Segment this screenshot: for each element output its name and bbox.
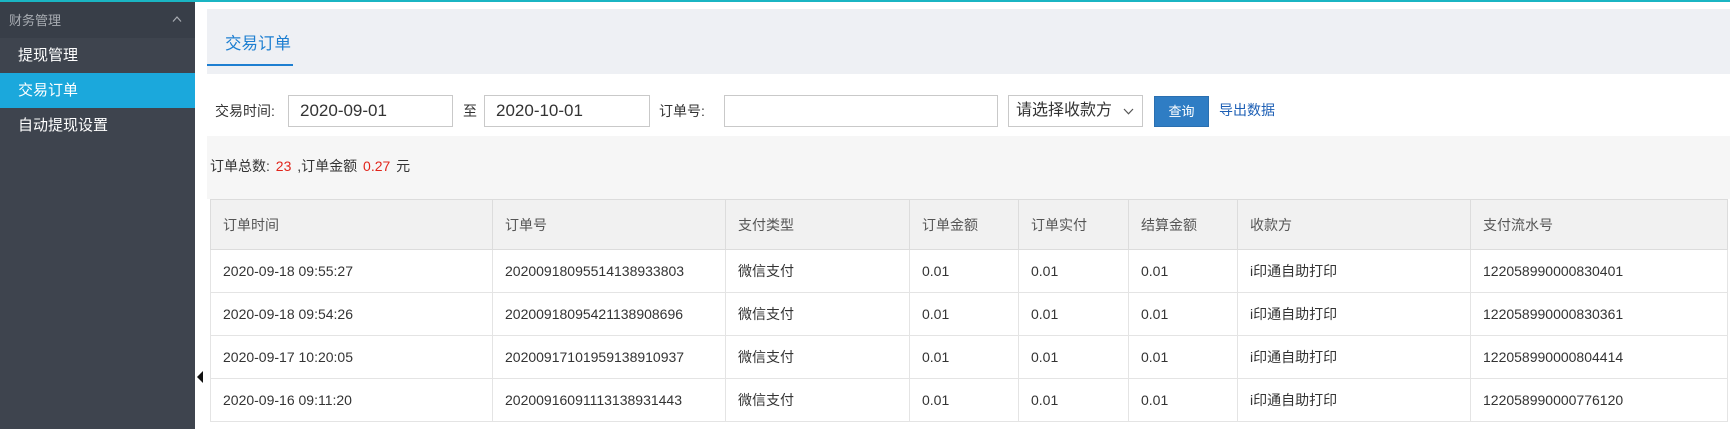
payee-select[interactable]: 请选择收款方: [1008, 95, 1143, 127]
order-amount-value: 0.27: [363, 158, 391, 174]
column-header-settlement-amount: 结算金额: [1128, 199, 1238, 250]
cell-order-amount: 0.01: [909, 292, 1019, 336]
column-header-order-amount: 订单金额: [909, 199, 1019, 250]
cell-payee: i印通自助打印: [1237, 249, 1471, 293]
cell-order-number: 20200917101959138910937: [492, 335, 726, 379]
order-count-label: 订单总数:: [210, 158, 270, 174]
cell-payee: i印通自助打印: [1237, 335, 1471, 379]
query-button[interactable]: 查询: [1154, 96, 1209, 127]
sidebar: 财务管理 提现管理 交易订单 自动提现设置: [0, 0, 195, 429]
order-number-input[interactable]: [724, 95, 998, 127]
cell-payee: i印通自助打印: [1237, 292, 1471, 336]
cell-order-time: 2020-09-18 09:55:27: [210, 249, 493, 293]
filter-bar: 交易时间: 至 订单号: 请选择收款方 查询 导出数据: [207, 74, 1730, 136]
cell-payee: i印通自助打印: [1237, 378, 1471, 422]
sidebar-menu: 提现管理 交易订单 自动提现设置: [0, 38, 195, 143]
chevron-up-icon[interactable]: [172, 16, 182, 22]
cell-amount-paid: 0.01: [1018, 249, 1129, 293]
cell-order-time: 2020-09-17 10:20:05: [210, 335, 493, 379]
table-row: 2020-09-18 09:55:27 202009180955141389338…: [210, 249, 1728, 293]
order-summary-text: 订单总数: 23 ,订单金额 0.27 元: [210, 136, 410, 196]
tab-transaction-orders[interactable]: 交易订单: [207, 33, 293, 66]
table-row: 2020-09-17 10:20:05 202009171019591389109…: [210, 335, 1728, 379]
column-header-payment-type: 支付类型: [725, 199, 910, 250]
cell-settlement-amount: 0.01: [1128, 292, 1238, 336]
sidebar-group-title: 财务管理: [9, 12, 62, 28]
table-row: 2020-09-18 09:54:26 202009180954211389086…: [210, 292, 1728, 336]
cell-order-amount: 0.01: [909, 335, 1019, 379]
trade-time-label: 交易时间:: [215, 103, 275, 119]
order-amount-label: ,订单金额: [297, 158, 358, 174]
export-data-link[interactable]: 导出数据: [1219, 95, 1275, 125]
page-header: 交易订单: [207, 9, 1730, 74]
chevron-down-icon: [1123, 108, 1134, 115]
column-header-payee: 收款方: [1237, 199, 1471, 250]
date-range-separator: 至: [463, 103, 477, 119]
tab-label: 交易订单: [225, 35, 291, 53]
cell-payment-type: 微信支付: [725, 335, 910, 379]
cell-amount-paid: 0.01: [1018, 335, 1129, 379]
cell-payment-type: 微信支付: [725, 378, 910, 422]
order-count-value: 23: [275, 158, 292, 174]
order-summary: 订单总数: 23 ,订单金额 0.27 元: [207, 136, 1730, 199]
cell-order-time: 2020-09-16 09:11:20: [210, 378, 493, 422]
column-header-order-time: 订单时间: [210, 199, 493, 250]
cell-payment-serial-number: 122058990000804414: [1470, 335, 1728, 379]
cell-payment-serial-number: 122058990000830361: [1470, 292, 1728, 336]
column-header-payment-serial-number: 支付流水号: [1470, 199, 1728, 250]
sidebar-item-auto-withdraw-settings[interactable]: 自动提现设置: [0, 108, 195, 143]
cell-amount-paid: 0.01: [1018, 292, 1129, 336]
cell-payment-serial-number: 122058990000776120: [1470, 378, 1728, 422]
sidebar-item-label: 交易订单: [18, 82, 79, 99]
cell-payment-serial-number: 122058990000830401: [1470, 249, 1728, 293]
table-header-row: 订单时间 订单号 支付类型 订单金额 订单实付 结算金额 收款方 支付流水号: [210, 199, 1728, 250]
end-date-input[interactable]: [484, 95, 650, 127]
table-row: 2020-09-16 09:11:20 202009160911131389314…: [210, 378, 1728, 422]
column-header-amount-paid: 订单实付: [1018, 199, 1129, 250]
cell-order-number: 20200918095514138933803: [492, 249, 726, 293]
top-accent-bar: [0, 0, 1730, 2]
cell-settlement-amount: 0.01: [1128, 378, 1238, 422]
cell-order-number: 20200918095421138908696: [492, 292, 726, 336]
sidebar-item-withdraw-management[interactable]: 提现管理: [0, 38, 195, 73]
cell-order-number: 20200916091113138931443: [492, 378, 726, 422]
order-number-label: 订单号:: [659, 103, 705, 119]
sidebar-item-label: 提现管理: [18, 47, 79, 64]
cell-order-amount: 0.01: [909, 378, 1019, 422]
sidebar-item-transaction-orders[interactable]: 交易订单: [0, 73, 195, 108]
start-date-input[interactable]: [288, 95, 453, 127]
main-content: 交易订单 交易时间: 至 订单号: 请选择收款方 查询 导出数据 订单总数: 2…: [195, 0, 1730, 429]
cell-settlement-amount: 0.01: [1128, 335, 1238, 379]
sidebar-item-label: 自动提现设置: [18, 117, 109, 134]
cell-settlement-amount: 0.01: [1128, 249, 1238, 293]
currency-unit: 元: [396, 158, 411, 174]
triangle-left-icon[interactable]: [197, 371, 203, 383]
cell-amount-paid: 0.01: [1018, 378, 1129, 422]
cell-order-time: 2020-09-18 09:54:26: [210, 292, 493, 336]
payee-select-value: 请选择收款方: [1016, 102, 1113, 119]
table-body: 2020-09-18 09:55:27 202009180955141389338…: [210, 249, 1728, 422]
sidebar-group-finance[interactable]: 财务管理: [0, 0, 195, 38]
cell-order-amount: 0.01: [909, 249, 1019, 293]
column-header-order-number: 订单号: [492, 199, 726, 250]
orders-table: 订单时间 订单号 支付类型 订单金额 订单实付 结算金额 收款方 支付流水号 2020-09-…: [210, 199, 1728, 422]
cell-payment-type: 微信支付: [725, 249, 910, 293]
cell-payment-type: 微信支付: [725, 292, 910, 336]
